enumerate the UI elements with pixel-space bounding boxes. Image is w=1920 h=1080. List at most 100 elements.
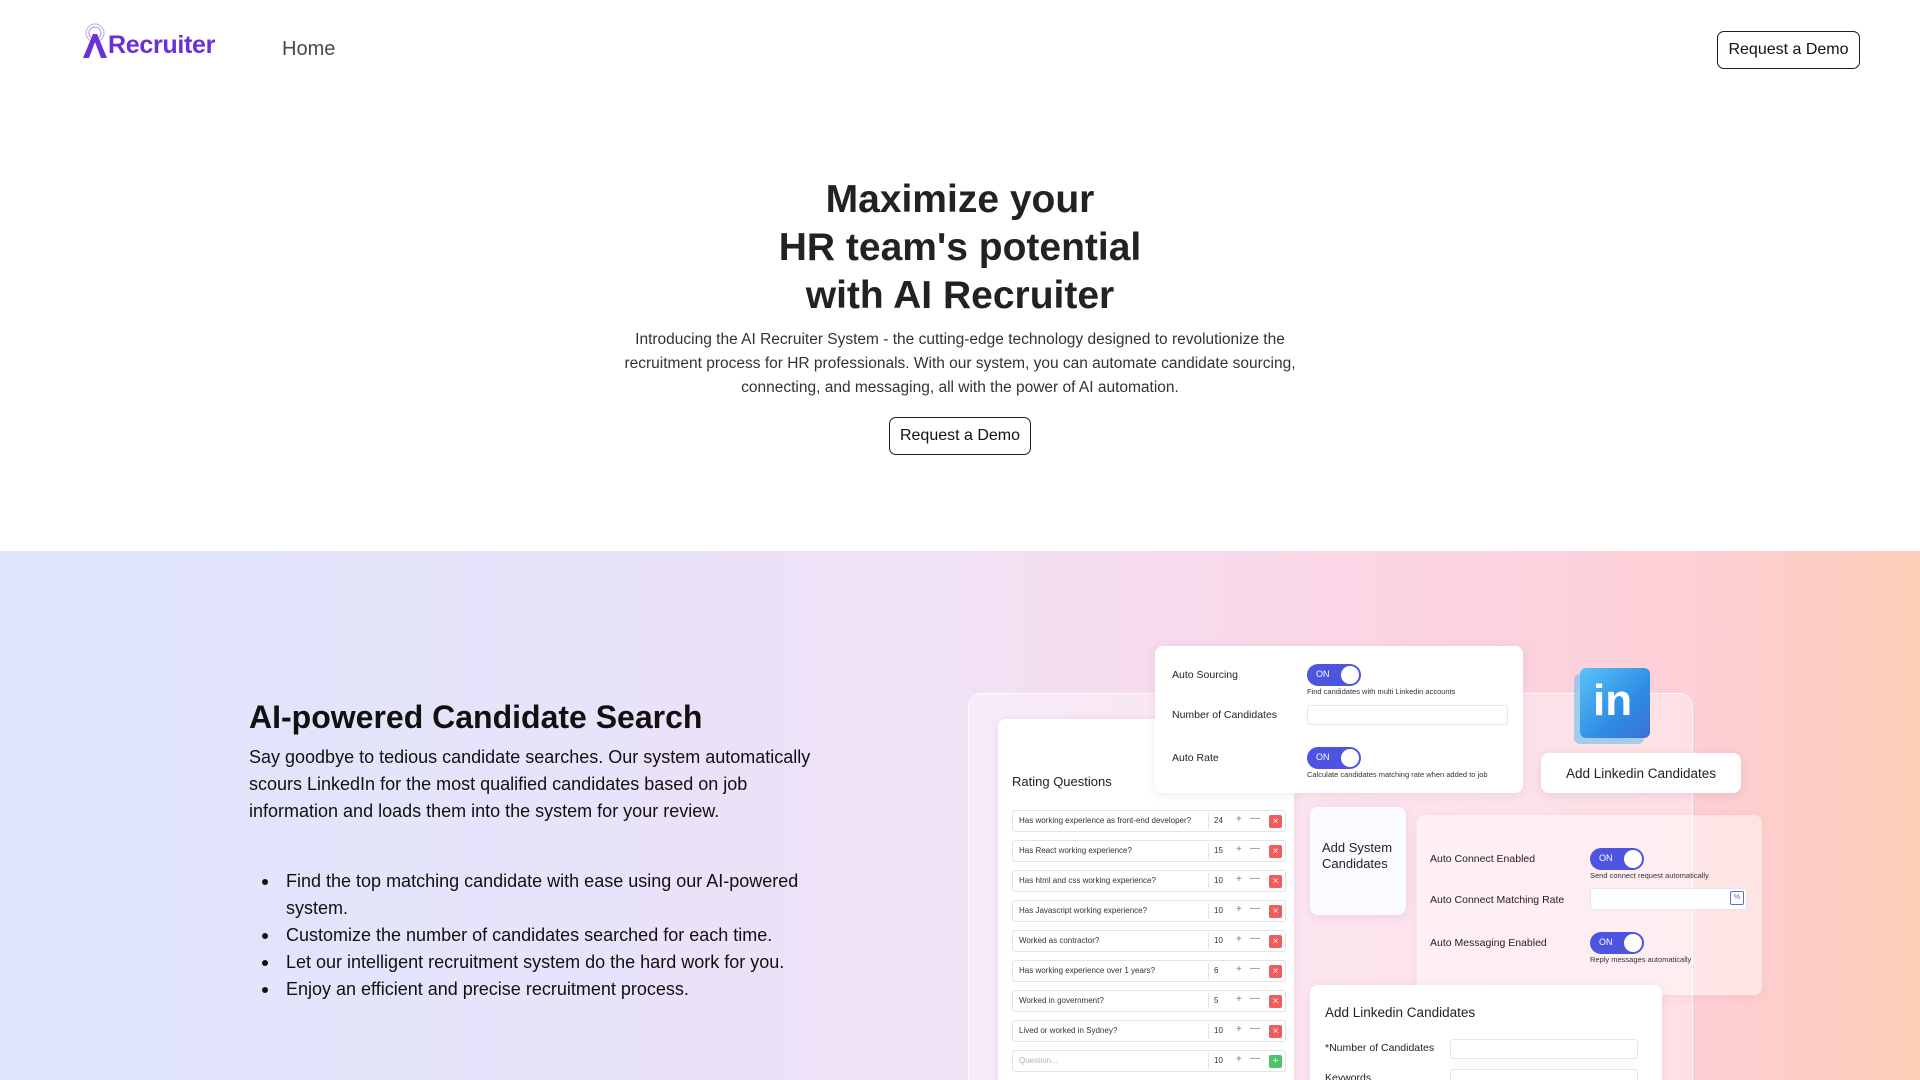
sourcing-settings-card: Auto Sourcing ON Find candidates with mu…	[1155, 646, 1523, 793]
minus-icon[interactable]: —	[1250, 933, 1260, 944]
feature-bullet-list: Find the top matching candidate with eas…	[261, 868, 831, 1003]
rating-question-row: Has working experience as front-end deve…	[1012, 810, 1286, 832]
plus-icon[interactable]: +	[1236, 964, 1242, 975]
add-linkedin-form-title: Add Linkedin Candidates	[1325, 1005, 1476, 1020]
logo[interactable]: Recruiter	[80, 18, 215, 60]
plus-icon[interactable]: +	[1236, 874, 1242, 885]
delete-question-icon[interactable]: ×	[1269, 995, 1282, 1008]
auto-messaging-label: Auto Messaging Enabled	[1430, 937, 1547, 949]
question-weight-input[interactable]: 24	[1208, 813, 1234, 829]
auto-rate-label: Auto Rate	[1172, 752, 1219, 764]
delete-question-icon[interactable]: ×	[1269, 935, 1282, 948]
logo-icon	[80, 22, 110, 60]
question-weight-input[interactable]: 10	[1208, 1023, 1234, 1039]
auto-sourcing-hint: Find candidates with multi Linkedin acco…	[1307, 687, 1456, 696]
toggle-on-text: ON	[1316, 752, 1330, 762]
rating-question-row: Question... 10 + — +	[1012, 1050, 1286, 1072]
add-system-candidates-button[interactable]: Add System Candidates	[1310, 807, 1406, 915]
rating-question-row: Has React working experience? 15 + — ×	[1012, 840, 1286, 862]
question-text: Worked in government?	[1019, 996, 1104, 1005]
number-of-candidates-input[interactable]	[1307, 705, 1508, 725]
feature-section: AI-powered Candidate Search Say goodbye …	[0, 551, 1920, 1080]
toggle-knob	[1341, 749, 1359, 767]
question-weight-input[interactable]: 6	[1208, 963, 1234, 979]
hero-title-line: HR team's potential	[778, 226, 1142, 269]
connect-settings-card: Auto Connect Enabled ON Send connect req…	[1417, 815, 1762, 995]
form-number-of-candidates-label: *Number of Candidates	[1325, 1042, 1435, 1054]
plus-icon[interactable]: +	[1236, 934, 1242, 945]
delete-question-icon[interactable]: ×	[1269, 815, 1282, 828]
plus-icon[interactable]: +	[1236, 1054, 1242, 1065]
minus-icon[interactable]: —	[1250, 993, 1260, 1004]
delete-question-icon[interactable]: ×	[1269, 905, 1282, 918]
form-number-of-candidates-input[interactable]	[1450, 1039, 1638, 1059]
rating-question-row: Has working experience over 1 years? 6 + — ×	[1012, 960, 1286, 982]
form-keywords-input[interactable]	[1450, 1069, 1638, 1080]
question-weight-input[interactable]: 10	[1208, 903, 1234, 919]
minus-icon[interactable]: —	[1250, 1023, 1260, 1034]
plus-icon[interactable]: +	[1236, 994, 1242, 1005]
question-weight-input[interactable]: 10	[1208, 873, 1234, 889]
linkedin-icon: in	[1580, 668, 1650, 738]
logo-text: Recruiter	[108, 31, 216, 59]
hero-title: Maximize your HR team's potential with A…	[0, 176, 1920, 320]
plus-icon[interactable]: +	[1236, 814, 1242, 825]
plus-icon[interactable]: +	[1236, 844, 1242, 855]
auto-connect-hint: Send connect request automatically	[1590, 871, 1709, 880]
auto-connect-toggle[interactable]: ON	[1590, 848, 1644, 870]
rating-question-row: Worked as contractor? 10 + — ×	[1012, 930, 1286, 952]
feature-bullet: Find the top matching candidate with eas…	[261, 868, 831, 922]
delete-question-icon[interactable]: ×	[1269, 845, 1282, 858]
plus-icon[interactable]: +	[1236, 904, 1242, 915]
nav-request-demo-button[interactable]: Request a Demo	[1717, 31, 1860, 69]
add-question-icon[interactable]: +	[1269, 1055, 1282, 1068]
add-linkedin-candidates-button[interactable]: Add Linkedin Candidates	[1541, 753, 1741, 793]
auto-connect-rate-input[interactable]: %	[1590, 888, 1747, 910]
auto-connect-rate-label: Auto Connect Matching Rate	[1430, 894, 1565, 906]
question-weight-input[interactable]: 5	[1208, 993, 1234, 1009]
rating-question-row: Has Javascript working experience? 10 + — ×	[1012, 900, 1286, 922]
rating-question-row: Lived or worked in Sydney? 10 + — ×	[1012, 1020, 1286, 1042]
hero-description: Introducing the AI Recruiter System - th…	[624, 331, 1296, 396]
auto-rate-toggle[interactable]: ON	[1307, 747, 1361, 769]
rating-question-row: Worked in government? 5 + — ×	[1012, 990, 1286, 1012]
feature-title: AI-powered Candidate Search	[249, 699, 703, 735]
add-linkedin-candidates-form: Add Linkedin Candidates *Number of Candi…	[1310, 985, 1662, 1080]
delete-question-icon[interactable]: ×	[1269, 875, 1282, 888]
toggle-on-text: ON	[1316, 669, 1330, 679]
rating-question-row: Has html and css working experience? 10 + —…	[1012, 870, 1286, 892]
minus-icon[interactable]: —	[1250, 1053, 1260, 1064]
minus-icon[interactable]: —	[1250, 903, 1260, 914]
minus-icon[interactable]: —	[1250, 873, 1260, 884]
question-text: Lived or worked in Sydney?	[1019, 1026, 1118, 1035]
hero-title-line: Maximize your	[825, 178, 1095, 221]
delete-question-icon[interactable]: ×	[1269, 1025, 1282, 1038]
question-input[interactable]: Question...	[1019, 1056, 1058, 1065]
toggle-knob	[1341, 666, 1359, 684]
auto-rate-hint: Calculate candidates matching rate when …	[1307, 770, 1488, 779]
rating-questions-title: Rating Questions	[1012, 774, 1112, 789]
delete-question-icon[interactable]: ×	[1269, 965, 1282, 978]
top-nav: Recruiter Home Request a Demo	[0, 0, 1920, 100]
question-text: Has working experience as front-end deve…	[1019, 816, 1192, 825]
toggle-on-text: ON	[1599, 853, 1613, 863]
minus-icon[interactable]: —	[1250, 963, 1260, 974]
nav-home-link[interactable]: Home	[282, 38, 335, 61]
minus-icon[interactable]: —	[1250, 843, 1260, 854]
hero-request-demo-button[interactable]: Request a Demo	[889, 417, 1031, 455]
question-weight-input[interactable]: 10	[1208, 1053, 1234, 1069]
plus-icon[interactable]: +	[1236, 1024, 1242, 1035]
question-weight-input[interactable]: 15	[1208, 843, 1234, 859]
auto-messaging-hint: Reply messages automatically	[1590, 955, 1692, 964]
question-text: Has html and css working experience?	[1019, 876, 1156, 885]
linkedin-icon-text: in	[1593, 676, 1633, 725]
auto-messaging-toggle[interactable]: ON	[1590, 932, 1644, 954]
feature-description: Say goodbye to tedious candidate searche…	[249, 747, 811, 821]
question-text: Worked as contractor?	[1019, 936, 1100, 945]
add-system-candidates-label: Add System Candidates	[1322, 840, 1393, 871]
hero-title-line: with AI Recruiter	[805, 274, 1115, 317]
question-text: Has Javascript working experience?	[1019, 906, 1148, 915]
minus-icon[interactable]: —	[1250, 813, 1260, 824]
auto-sourcing-toggle[interactable]: ON	[1307, 664, 1361, 686]
question-weight-input[interactable]: 10	[1208, 933, 1234, 949]
